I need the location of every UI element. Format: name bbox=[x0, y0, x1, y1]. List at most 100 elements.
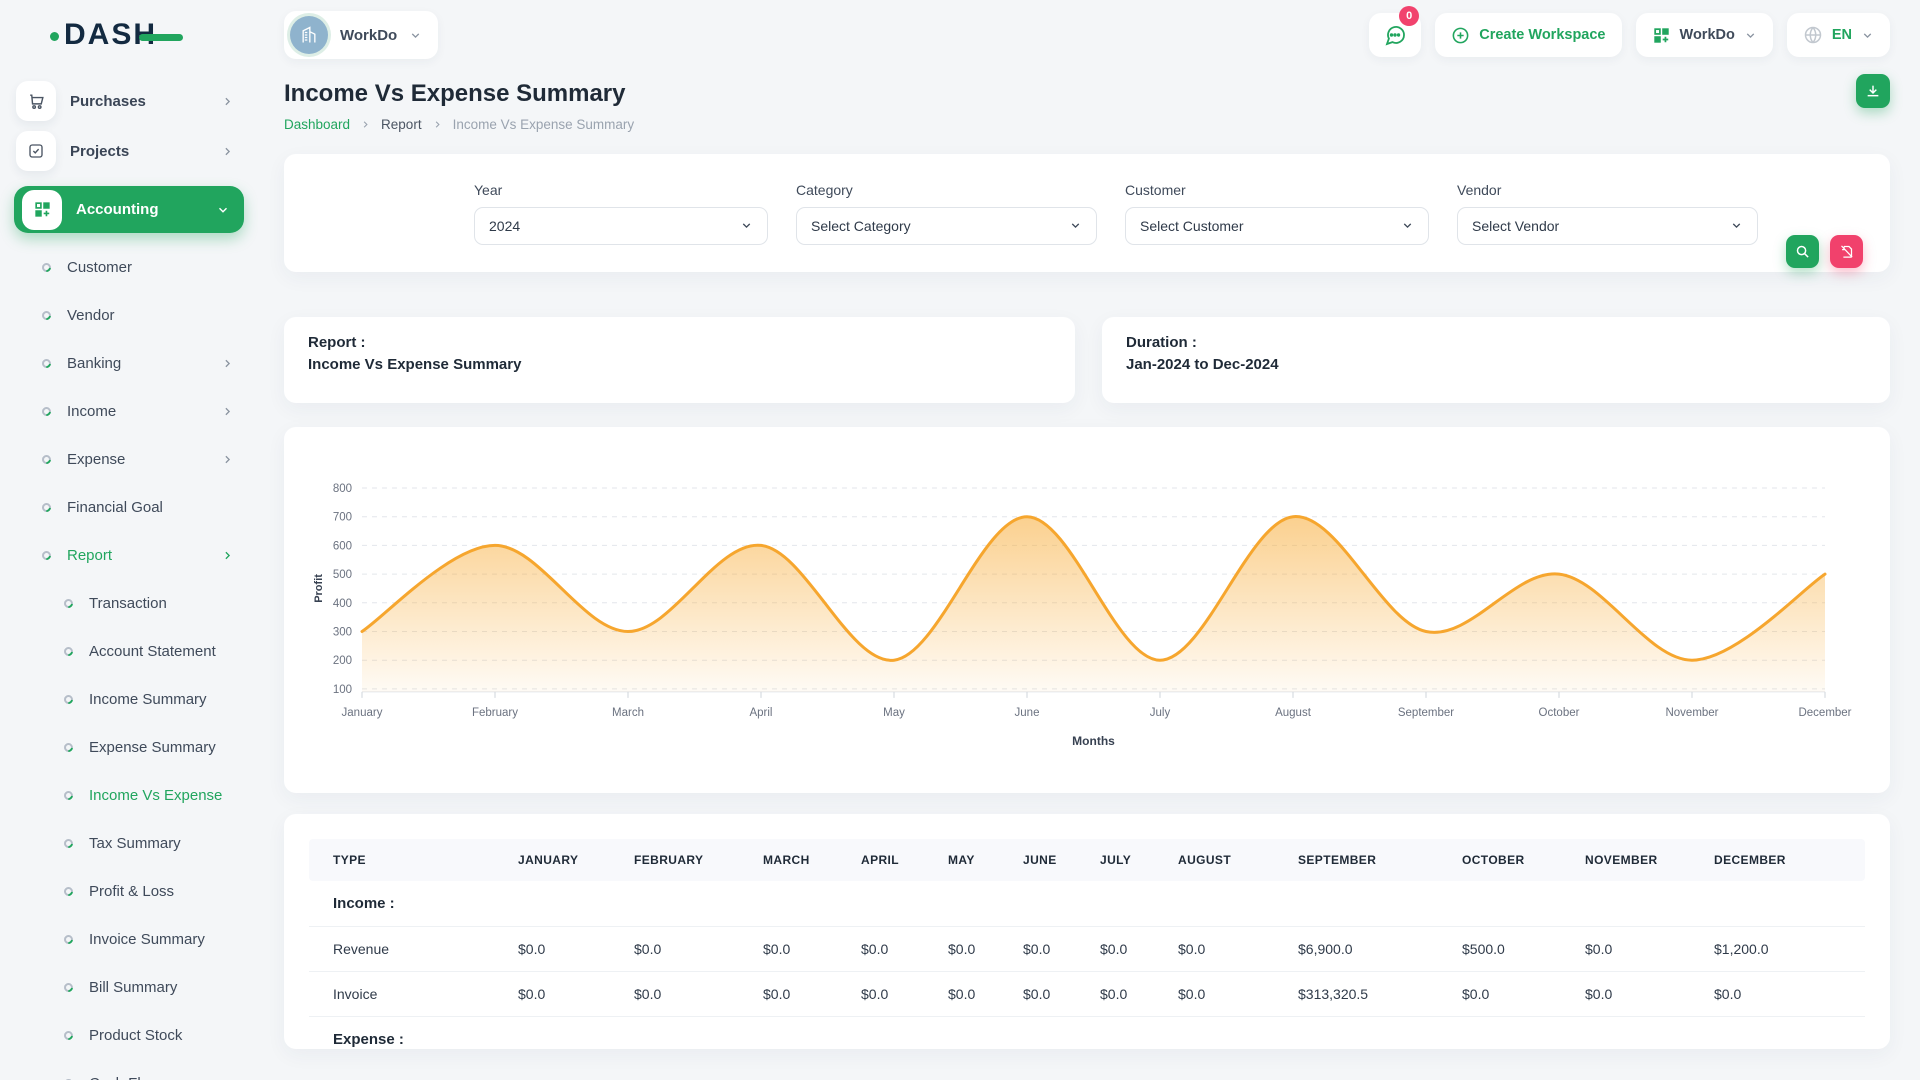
messages-badge: 0 bbox=[1399, 6, 1419, 26]
category-label: Category bbox=[796, 182, 1097, 198]
tasks-icon bbox=[16, 131, 56, 171]
sidebar-item-expense[interactable]: Expense bbox=[0, 435, 258, 483]
column-header-may: MAY bbox=[938, 839, 1013, 881]
main-area: WorkDo 0 Create Workspace WorkDo EN bbox=[258, 0, 1920, 1080]
sidebar-item-label: Invoice Summary bbox=[89, 931, 258, 948]
language-label: EN bbox=[1832, 27, 1852, 43]
cell-value: $0.0 bbox=[938, 927, 1013, 972]
vendor-select[interactable]: Select Vendor bbox=[1457, 207, 1758, 245]
svg-text:300: 300 bbox=[333, 627, 352, 639]
sidebar-item-purchases[interactable]: Purchases bbox=[0, 76, 258, 126]
sidebar-item-product-stock[interactable]: Product Stock bbox=[0, 1011, 258, 1059]
sidebar-item-tax-summary[interactable]: Tax Summary bbox=[0, 819, 258, 867]
sidebar-item-income[interactable]: Income bbox=[0, 387, 258, 435]
workspace-switcher[interactable]: WorkDo bbox=[284, 11, 438, 59]
sidebar-item-label: Transaction bbox=[89, 595, 258, 612]
sidebar-item-customer[interactable]: Customer bbox=[0, 243, 258, 291]
cell-value: $500.0 bbox=[1452, 927, 1575, 972]
app-logo[interactable]: DASH bbox=[0, 0, 258, 70]
column-header-august: AUGUST bbox=[1168, 839, 1288, 881]
workspace-menu-button[interactable]: WorkDo bbox=[1636, 13, 1773, 57]
submenu-bullet-icon bbox=[40, 501, 53, 514]
submenu-bullet-icon bbox=[62, 597, 75, 610]
cell-value: $0.0 bbox=[1168, 972, 1288, 1017]
year-select-value: 2024 bbox=[489, 218, 520, 234]
sidebar-item-financial-goal[interactable]: Financial Goal bbox=[0, 483, 258, 531]
sidebar-item-label: Customer bbox=[67, 259, 258, 276]
sidebar-item-banking[interactable]: Banking bbox=[0, 339, 258, 387]
chevron-down-icon bbox=[1744, 29, 1757, 42]
download-button[interactable] bbox=[1856, 74, 1890, 108]
cell-value: $0.0 bbox=[851, 972, 938, 1017]
sidebar-item-label: Banking bbox=[67, 355, 221, 372]
sidebar-item-bill-summary[interactable]: Bill Summary bbox=[0, 963, 258, 1011]
year-select[interactable]: 2024 bbox=[474, 207, 768, 245]
file-off-icon bbox=[1839, 244, 1854, 259]
svg-text:October: October bbox=[1539, 707, 1580, 719]
report-summary-card: Report : Income Vs Expense Summary bbox=[284, 317, 1075, 403]
sidebar-item-transaction[interactable]: Transaction bbox=[0, 579, 258, 627]
customer-select[interactable]: Select Customer bbox=[1125, 207, 1429, 245]
area-chart-svg: 800700600500400300200100JanuaryFebruaryM… bbox=[308, 447, 1865, 765]
column-header-january: JANUARY bbox=[508, 839, 624, 881]
cell-value: $0.0 bbox=[624, 972, 753, 1017]
cell-value: $0.0 bbox=[938, 972, 1013, 1017]
breadcrumb-dashboard[interactable]: Dashboard bbox=[284, 117, 350, 132]
breadcrumb-report[interactable]: Report bbox=[381, 117, 422, 132]
cell-value: $0.0 bbox=[1168, 927, 1288, 972]
reset-filter-button[interactable] bbox=[1830, 235, 1863, 268]
sidebar-item-expense-summary[interactable]: Expense Summary bbox=[0, 723, 258, 771]
sidebar-item-label: Account Statement bbox=[89, 643, 258, 660]
breadcrumb: Dashboard Report Income Vs Expense Summa… bbox=[284, 117, 634, 132]
report-card-title: Report : bbox=[308, 334, 1051, 351]
table-row-invoice: Invoice$0.0$0.0$0.0$0.0$0.0$0.0$0.0$0.0$… bbox=[309, 972, 1865, 1017]
filter-panel: Year 2024 Category Select Category Custo… bbox=[284, 154, 1890, 272]
sidebar-item-income-vs-expense[interactable]: Income Vs Expense bbox=[0, 771, 258, 819]
svg-text:July: July bbox=[1150, 707, 1171, 719]
sidebar: DASH PurchasesProjects Accounting Customer… bbox=[0, 0, 258, 1080]
profit-area-chart: 800700600500400300200100JanuaryFebruaryM… bbox=[308, 447, 1866, 765]
cell-value: $0.0 bbox=[851, 927, 938, 972]
sidebar-item-accounting[interactable]: Accounting bbox=[14, 186, 244, 233]
duration-card-title: Duration : bbox=[1126, 334, 1866, 351]
cell-value: $0.0 bbox=[1575, 927, 1704, 972]
column-header-march: MARCH bbox=[753, 839, 851, 881]
chevron-right-icon bbox=[221, 95, 234, 108]
sidebar-item-label: Product Stock bbox=[89, 1027, 258, 1044]
sidebar-item-label: Expense bbox=[67, 451, 221, 468]
sidebar-item-report[interactable]: Report bbox=[0, 531, 258, 579]
chevron-down-icon bbox=[1861, 29, 1874, 42]
sidebar-item-income-summary[interactable]: Income Summary bbox=[0, 675, 258, 723]
sidebar-item-vendor[interactable]: Vendor bbox=[0, 291, 258, 339]
cell-value: $0.0 bbox=[1452, 972, 1575, 1017]
submenu-bullet-icon bbox=[62, 885, 75, 898]
apply-filter-button[interactable] bbox=[1786, 235, 1819, 268]
cell-value: $0.0 bbox=[1704, 972, 1865, 1017]
vendor-label: Vendor bbox=[1457, 182, 1758, 198]
create-workspace-button[interactable]: Create Workspace bbox=[1435, 13, 1621, 57]
page-title: Income Vs Expense Summary bbox=[284, 80, 634, 108]
customer-label: Customer bbox=[1125, 182, 1429, 198]
sidebar-item-projects[interactable]: Projects bbox=[0, 126, 258, 176]
workspace-menu-label: WorkDo bbox=[1680, 27, 1735, 43]
column-header-september: SEPTEMBER bbox=[1288, 839, 1452, 881]
row-type: Invoice bbox=[309, 972, 508, 1017]
category-select[interactable]: Select Category bbox=[796, 207, 1097, 245]
chevron-down-icon bbox=[216, 203, 230, 217]
sidebar-item-cash-flow[interactable]: Cash Flow bbox=[0, 1059, 258, 1080]
sidebar-item-profit-loss[interactable]: Profit & Loss bbox=[0, 867, 258, 915]
submenu-bullet-icon bbox=[40, 453, 53, 466]
section-label: Income : bbox=[309, 881, 1865, 927]
sidebar-item-invoice-summary[interactable]: Invoice Summary bbox=[0, 915, 258, 963]
column-header-october: OCTOBER bbox=[1452, 839, 1575, 881]
chevron-down-icon bbox=[1401, 219, 1414, 232]
sidebar-item-account-statement[interactable]: Account Statement bbox=[0, 627, 258, 675]
cell-value: $313,320.5 bbox=[1288, 972, 1452, 1017]
language-selector[interactable]: EN bbox=[1787, 13, 1890, 57]
duration-summary-card: Duration : Jan-2024 to Dec-2024 bbox=[1102, 317, 1890, 403]
svg-text:December: December bbox=[1798, 707, 1851, 719]
sidebar-item-label: Report bbox=[67, 547, 221, 564]
messages-button[interactable]: 0 bbox=[1369, 13, 1421, 57]
sidebar-item-label: Tax Summary bbox=[89, 835, 258, 852]
sidebar-item-label: Financial Goal bbox=[67, 499, 258, 516]
